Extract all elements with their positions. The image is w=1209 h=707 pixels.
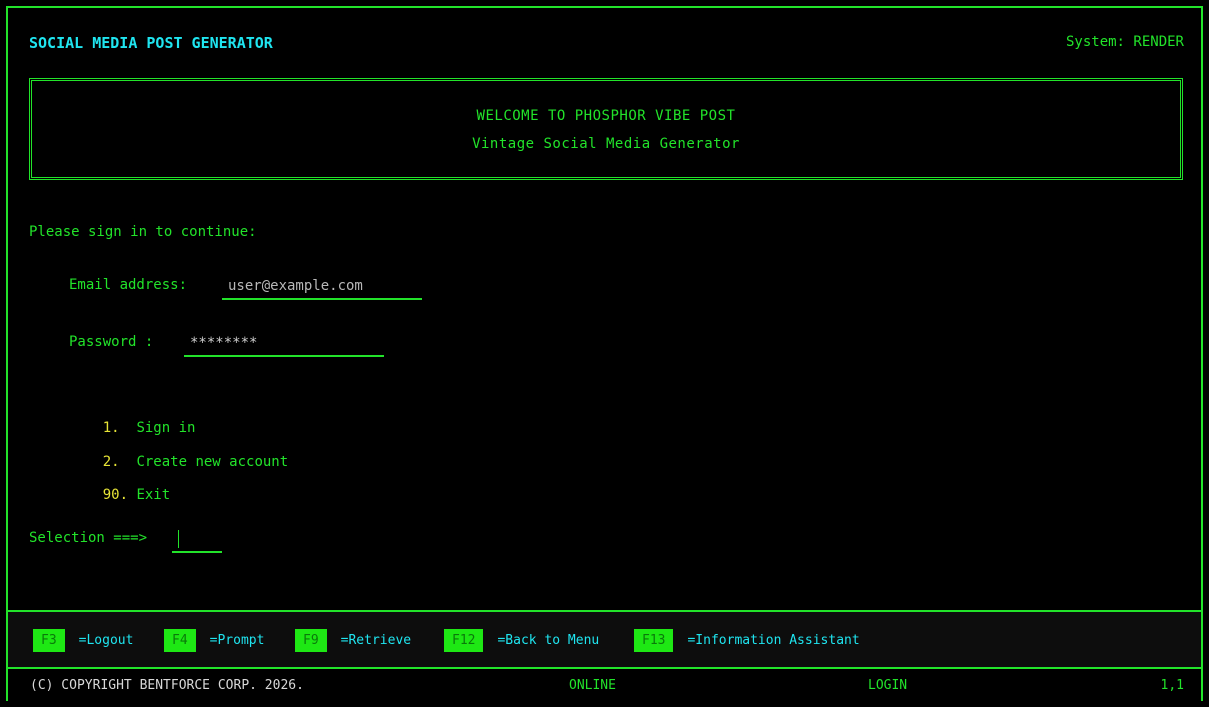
function-key-bar: F3 =Logout F4 =Prompt F9 =Retrieve F12 =… bbox=[8, 610, 1201, 667]
menu-item-label: Exit bbox=[136, 487, 171, 503]
fkey-description: =Prompt bbox=[209, 633, 265, 648]
welcome-banner: WELCOME TO PHOSPHOR VIBE POST Vintage So… bbox=[29, 78, 1183, 180]
menu-item-number: 2. bbox=[102, 454, 120, 470]
fkey-badge: F3 bbox=[33, 629, 65, 652]
fkey-f4-prompt[interactable]: F4 =Prompt bbox=[164, 629, 264, 652]
status-bar: (C) COPYRIGHT BENTFORCE CORP. 2026. ONLI… bbox=[8, 667, 1201, 701]
fkey-f9-retrieve[interactable]: F9 =Retrieve bbox=[295, 629, 411, 652]
screen-mode: LOGIN bbox=[868, 678, 908, 693]
email-label: Email address: bbox=[69, 277, 188, 293]
welcome-title: WELCOME TO PHOSPHOR VIBE POST bbox=[476, 108, 736, 124]
password-label: Password : bbox=[69, 334, 154, 350]
fkey-badge: F12 bbox=[444, 629, 484, 652]
fkey-description: =Logout bbox=[78, 633, 134, 648]
menu-item-exit[interactable]: 90. Exit bbox=[69, 471, 170, 519]
email-field[interactable] bbox=[222, 274, 422, 300]
fkey-badge: F13 bbox=[634, 629, 674, 652]
fkey-description: =Information Assistant bbox=[687, 633, 860, 648]
app-title: SOCIAL MEDIA POST GENERATOR bbox=[29, 34, 273, 52]
fkey-f13-information-assistant[interactable]: F13 =Information Assistant bbox=[634, 629, 860, 652]
fkey-f12-back-to-menu[interactable]: F12 =Back to Menu bbox=[444, 629, 599, 652]
terminal-screen: SOCIAL MEDIA POST GENERATOR System: REND… bbox=[6, 6, 1203, 701]
fkey-badge: F9 bbox=[295, 629, 327, 652]
selection-label: Selection ===> bbox=[29, 530, 148, 546]
welcome-subtitle: Vintage Social Media Generator bbox=[472, 136, 740, 152]
text-cursor bbox=[178, 530, 179, 548]
password-field[interactable] bbox=[184, 331, 384, 357]
connection-status: ONLINE bbox=[569, 678, 616, 693]
cursor-position: 1,1 bbox=[1160, 678, 1184, 693]
fkey-description: =Back to Menu bbox=[497, 633, 600, 648]
menu-item-number: 1. bbox=[102, 420, 120, 436]
menu-item-label: Create new account bbox=[136, 454, 289, 470]
selection-input[interactable] bbox=[172, 527, 222, 553]
fkey-f3-logout[interactable]: F3 =Logout bbox=[33, 629, 133, 652]
fkey-description: =Retrieve bbox=[340, 633, 412, 648]
signin-prompt: Please sign in to continue: bbox=[29, 224, 257, 240]
system-label: System: RENDER bbox=[1065, 34, 1184, 50]
fkey-badge: F4 bbox=[164, 629, 196, 652]
copyright-text: (C) COPYRIGHT BENTFORCE CORP. 2026. bbox=[30, 678, 304, 693]
menu-item-number: 90. bbox=[102, 487, 129, 503]
menu-item-label: Sign in bbox=[136, 420, 196, 436]
